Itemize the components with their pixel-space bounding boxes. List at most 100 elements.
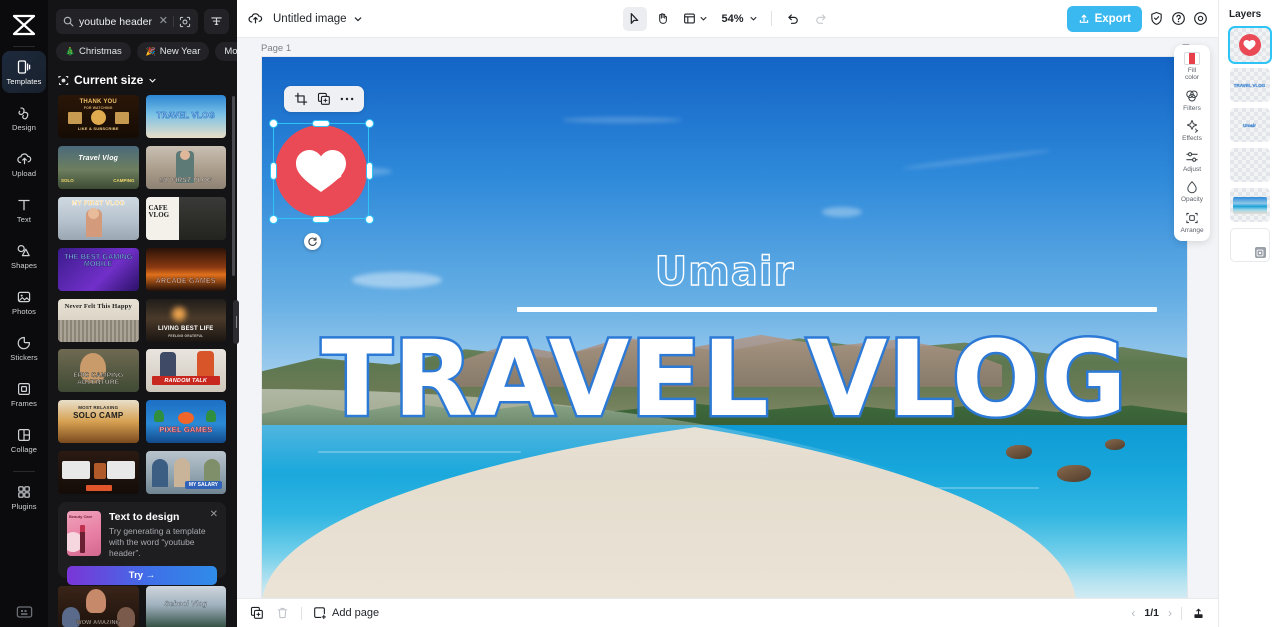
template-card[interactable]: ARCADE GAMES	[145, 247, 226, 291]
resize-handle-tl[interactable]	[268, 118, 278, 128]
resize-handle-br[interactable]	[364, 214, 374, 224]
artboard[interactable]: Umair TRAVEL VLOG	[262, 57, 1187, 598]
sidebar-item-label: Frames	[10, 399, 38, 408]
panel-scrollbar[interactable]	[232, 96, 235, 276]
template-card[interactable]: WOW AMAZING	[58, 586, 139, 627]
artboard-name-text[interactable]: Umair	[262, 248, 1187, 295]
text-to-design-promo: ✕ Beauty Care Text to design Try generat…	[58, 502, 226, 585]
sidebar-item-templates[interactable]: Templates	[2, 51, 46, 93]
document-title[interactable]: Untitled image	[273, 13, 347, 25]
template-card[interactable]: CAFE VLOG	[145, 196, 226, 240]
template-card[interactable]: Never Felt This Happy	[58, 298, 139, 342]
current-size-dropdown[interactable]: Current size	[48, 61, 237, 95]
undo-button[interactable]	[781, 7, 805, 31]
arrange-button[interactable]: Arrange	[1174, 211, 1210, 234]
design-icon	[16, 104, 33, 121]
sidebar-item-stickers[interactable]: Stickers	[2, 327, 46, 369]
collapse-panel-handle[interactable]	[233, 300, 239, 344]
effects-button[interactable]: Effects	[1174, 119, 1210, 142]
resize-handle-tr[interactable]	[364, 118, 374, 128]
search-input[interactable]: youtube header ✕	[56, 9, 198, 34]
template-card[interactable]	[58, 451, 139, 495]
layout-tool[interactable]	[678, 7, 711, 31]
sidebar-item-frames[interactable]: Frames	[2, 373, 46, 415]
artboard-heading-text[interactable]: TRAVEL VLOG	[262, 325, 1187, 434]
layer-item-umair-text[interactable]: Umair	[1229, 108, 1270, 142]
help-question-icon[interactable]	[1171, 11, 1186, 26]
shield-check-icon[interactable]	[1149, 11, 1164, 26]
settings-gear-icon[interactable]	[1193, 11, 1208, 26]
chip-new-year[interactable]: 🎉 New Year	[136, 42, 210, 61]
duplicate-icon[interactable]	[316, 91, 332, 107]
visual-search-icon[interactable]	[179, 16, 191, 28]
keyboard-shortcuts-icon[interactable]	[0, 605, 48, 619]
adjust-button[interactable]: Adjust	[1174, 150, 1210, 173]
chip-christmas[interactable]: 🎄 Christmas	[56, 42, 131, 61]
sidebar-item-plugins[interactable]: Plugins	[2, 476, 46, 518]
capcut-logo-icon[interactable]	[7, 10, 41, 40]
divider	[173, 16, 174, 27]
lock-icon[interactable]	[1254, 247, 1266, 258]
template-card[interactable]: THANK YOU FOR WATCHING LIKE & SUBSCRIBE	[58, 95, 139, 138]
template-card[interactable]: SOLO CAMPING Travel Vlog	[58, 145, 139, 189]
sidebar-item-design[interactable]: Design	[2, 97, 46, 139]
sidebar-item-label: Stickers	[10, 353, 38, 362]
chip-most[interactable]: Mos	[215, 42, 237, 61]
redo-button[interactable]	[809, 7, 833, 31]
sidebar-item-label: Design	[12, 123, 36, 132]
add-page-button[interactable]: Add page	[313, 606, 379, 620]
export-small-icon[interactable]	[1191, 606, 1206, 621]
template-card[interactable]: THE BEST GAMING MOBILE	[58, 247, 139, 291]
sidebar-item-text[interactable]: Text	[2, 189, 46, 231]
resize-handle-top[interactable]	[312, 119, 330, 127]
template-card[interactable]: School Vlog	[145, 586, 226, 627]
template-card[interactable]: EPIC CAMPING ADVENTURE	[58, 349, 139, 393]
layers-title: Layers	[1229, 9, 1262, 20]
rotate-handle-icon[interactable]	[304, 233, 321, 250]
collage-icon	[16, 426, 33, 443]
opacity-button[interactable]: Opacity	[1174, 180, 1210, 203]
layer-item-background[interactable]	[1229, 228, 1270, 262]
filter-button[interactable]	[204, 9, 229, 34]
template-card[interactable]: MY FIRST VLOG	[58, 196, 139, 240]
export-button[interactable]: Export	[1066, 5, 1142, 32]
resize-handle-right[interactable]	[365, 162, 373, 180]
close-icon[interactable]: ✕	[210, 509, 218, 520]
template-card[interactable]: RANDOM TALK	[145, 349, 226, 393]
duplicate-page-icon[interactable]	[249, 606, 264, 621]
crop-icon[interactable]	[293, 91, 309, 107]
try-button[interactable]: Try →	[67, 565, 217, 585]
chevron-down-icon[interactable]	[353, 14, 363, 24]
sidebar-item-shapes[interactable]: Shapes	[2, 235, 46, 277]
layer-item-heart[interactable]	[1227, 26, 1272, 64]
chevron-left-icon[interactable]: ‹	[1131, 606, 1135, 620]
layer-item-line[interactable]	[1229, 148, 1270, 182]
hand-tool[interactable]	[650, 7, 674, 31]
resize-handle-bottom[interactable]	[312, 215, 330, 223]
zoom-control[interactable]: 54%	[715, 7, 761, 31]
template-card[interactable]: PIXEL GAMES	[145, 400, 226, 444]
selection-bounding-box[interactable]	[273, 123, 369, 219]
layer-item-beach-photo[interactable]	[1229, 188, 1270, 222]
sidebar-item-upload[interactable]: Upload	[2, 143, 46, 185]
canvas-area[interactable]: Page 1 Umair TRAVEL VLOG Fill color Filt…	[237, 38, 1218, 598]
layer-item-travel-vlog-text[interactable]: TRAVEL VLOG	[1229, 68, 1270, 102]
template-card[interactable]: MY FIRST VLOG	[145, 145, 226, 189]
close-icon[interactable]: ✕	[159, 16, 168, 27]
plugins-grid-icon	[16, 483, 33, 500]
fill-color-button[interactable]: Fill color	[1174, 51, 1210, 82]
template-card[interactable]: LIVING BEST LIFE FEELING GRATEFUL	[145, 298, 226, 342]
select-tool[interactable]	[622, 6, 647, 31]
resize-handle-bl[interactable]	[268, 214, 278, 224]
sidebar-item-photos[interactable]: Photos	[2, 281, 46, 323]
resize-handle-left[interactable]	[269, 162, 277, 180]
template-card[interactable]: MY SALARY	[145, 451, 226, 495]
template-card[interactable]: TRAVEL VLOG	[145, 95, 226, 138]
more-horizontal-icon[interactable]	[339, 91, 355, 107]
cloud-upload-icon[interactable]	[247, 11, 264, 26]
template-card[interactable]: MOST RELAXING SOLO CAMP	[58, 400, 139, 444]
filters-button[interactable]: Filters	[1174, 89, 1210, 112]
chevron-right-icon[interactable]: ›	[1168, 606, 1172, 620]
sidebar-item-collage[interactable]: Collage	[2, 419, 46, 461]
trash-icon[interactable]	[275, 606, 290, 621]
